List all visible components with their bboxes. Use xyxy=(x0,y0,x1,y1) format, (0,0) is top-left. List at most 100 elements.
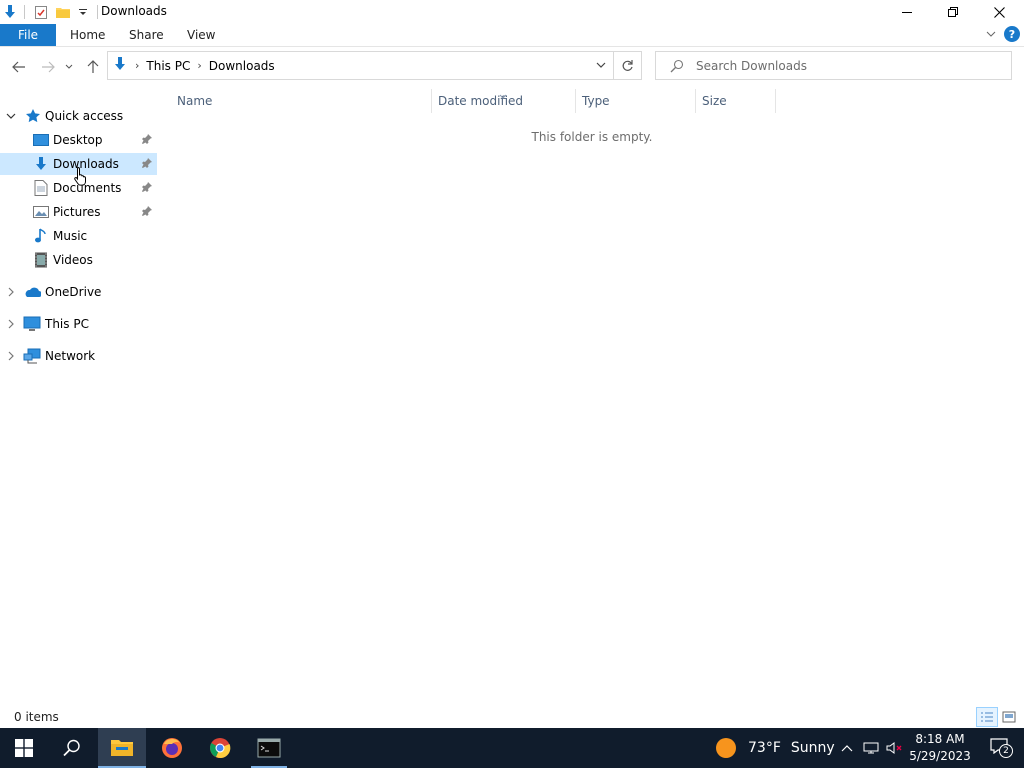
nav-root-label: Network xyxy=(45,349,96,363)
pin-icon[interactable] xyxy=(142,205,152,219)
mouse-cursor-icon xyxy=(74,166,88,189)
expand-ribbon-icon[interactable] xyxy=(986,27,996,41)
breadcrumb: › This PC › Downloads xyxy=(112,52,275,79)
chevron-down-icon[interactable] xyxy=(4,109,18,123)
action-center-button[interactable]: 2 xyxy=(976,728,1024,768)
pin-icon[interactable] xyxy=(142,133,152,147)
close-button[interactable] xyxy=(976,0,1022,24)
start-button[interactable] xyxy=(0,728,48,768)
refresh-icon xyxy=(622,60,633,71)
qat-separator xyxy=(24,5,25,19)
nav-item-desktop[interactable]: Desktop xyxy=(0,129,157,151)
videos-icon xyxy=(32,252,50,268)
file-explorer-icon xyxy=(111,740,133,756)
minimize-icon xyxy=(902,12,912,13)
this-pc-icon xyxy=(23,316,41,332)
chevron-right-icon[interactable] xyxy=(4,285,18,299)
taskbar: 73°F Sunny 8:18 AM 5/29/2023 2 xyxy=(0,728,1024,768)
tab-home[interactable]: Home xyxy=(70,24,105,46)
recent-locations-button[interactable] xyxy=(62,57,76,77)
forward-button[interactable] xyxy=(38,57,58,77)
clock[interactable]: 8:18 AM 5/29/2023 xyxy=(905,731,975,765)
pictures-icon xyxy=(32,204,50,220)
breadcrumb-downloads[interactable]: Downloads xyxy=(209,59,275,73)
nav-root-label: OneDrive xyxy=(45,285,102,299)
weather-temperature: 73°F xyxy=(748,740,781,756)
navigation-pane: Quick access Desktop Downloads Documents xyxy=(0,87,157,704)
breadcrumb-chevron-icon[interactable]: › xyxy=(135,59,139,72)
ribbon-right-controls: ? xyxy=(986,26,1020,42)
chevron-right-icon[interactable] xyxy=(4,317,18,331)
taskbar-chrome[interactable] xyxy=(196,728,244,768)
column-header-name[interactable]: Name xyxy=(177,87,212,115)
taskbar-file-explorer[interactable] xyxy=(98,728,146,768)
column-header-type[interactable]: Type xyxy=(582,87,610,115)
column-divider[interactable] xyxy=(775,89,776,113)
breadcrumb-chevron-icon[interactable]: › xyxy=(197,59,201,72)
chevron-right-icon[interactable] xyxy=(4,349,18,363)
taskbar-terminal[interactable] xyxy=(245,728,293,768)
details-view-button[interactable] xyxy=(976,707,998,727)
weather-widget[interactable]: 73°F Sunny xyxy=(716,728,835,768)
taskbar-firefox[interactable] xyxy=(148,728,196,768)
restore-icon xyxy=(948,7,958,17)
weather-condition: Sunny xyxy=(790,740,835,756)
nav-item-pictures[interactable]: Pictures xyxy=(0,201,157,223)
column-header-date-modified[interactable]: Date modified xyxy=(438,87,523,115)
nav-item-videos[interactable]: Videos xyxy=(0,249,157,271)
breadcrumb-this-pc[interactable]: This PC xyxy=(146,59,190,73)
network-status-icon xyxy=(863,742,879,754)
downloads-folder-icon[interactable] xyxy=(2,4,18,20)
search-input[interactable] xyxy=(696,58,996,74)
customize-qat-icon[interactable] xyxy=(75,4,91,20)
properties-icon[interactable] xyxy=(33,4,49,20)
minimize-button[interactable] xyxy=(884,0,930,24)
restore-button[interactable] xyxy=(930,0,976,24)
navigation-bar: › This PC › Downloads xyxy=(0,47,1024,87)
nav-quick-access[interactable]: Quick access xyxy=(0,105,157,127)
network-tray-button[interactable] xyxy=(861,728,881,768)
nav-item-label: Desktop xyxy=(53,133,103,147)
address-history-icon[interactable] xyxy=(595,59,607,74)
column-divider[interactable] xyxy=(695,89,696,113)
file-list: Name Date modified Type Size This folder… xyxy=(160,87,1024,704)
search-box[interactable] xyxy=(655,51,1012,80)
pin-icon[interactable] xyxy=(142,181,152,195)
desktop-icon xyxy=(32,132,50,148)
tab-file[interactable]: File xyxy=(0,24,56,46)
windows-logo-icon xyxy=(15,739,33,757)
quick-access-toolbar xyxy=(0,2,104,22)
column-divider[interactable] xyxy=(575,89,576,113)
volume-tray-button[interactable] xyxy=(884,728,906,768)
forward-arrow-icon xyxy=(42,61,55,73)
nav-item-label: Videos xyxy=(53,253,93,267)
new-folder-icon[interactable] xyxy=(55,4,71,20)
back-arrow-icon xyxy=(12,61,25,73)
tab-share[interactable]: Share xyxy=(129,24,164,46)
status-bar: 0 items xyxy=(0,704,1024,728)
pin-icon[interactable] xyxy=(142,157,152,171)
clock-date: 5/29/2023 xyxy=(909,749,971,763)
search-icon xyxy=(670,59,684,76)
nav-network[interactable]: Network xyxy=(0,345,157,367)
nav-this-pc[interactable]: This PC xyxy=(0,313,157,335)
help-icon[interactable]: ? xyxy=(1004,26,1020,42)
address-bar[interactable]: › This PC › Downloads xyxy=(107,51,614,80)
large-icons-view-button[interactable] xyxy=(998,707,1020,727)
column-header-size[interactable]: Size xyxy=(702,87,727,115)
window-title: Downloads xyxy=(101,4,167,18)
sun-icon xyxy=(716,738,736,758)
refresh-button[interactable] xyxy=(614,51,642,80)
tab-view[interactable]: View xyxy=(187,24,215,46)
show-hidden-icons-button[interactable] xyxy=(838,728,856,768)
volume-muted-icon xyxy=(886,742,902,754)
column-divider[interactable] xyxy=(431,89,432,113)
taskbar-search-button[interactable] xyxy=(48,728,96,768)
back-button[interactable] xyxy=(9,57,29,77)
nav-item-music[interactable]: Music xyxy=(0,225,157,247)
up-button[interactable] xyxy=(83,57,103,77)
details-view-icon xyxy=(981,712,993,722)
nav-root-label: This PC xyxy=(45,317,89,331)
nav-onedrive[interactable]: OneDrive xyxy=(0,281,157,303)
item-count: 0 items xyxy=(14,710,59,724)
